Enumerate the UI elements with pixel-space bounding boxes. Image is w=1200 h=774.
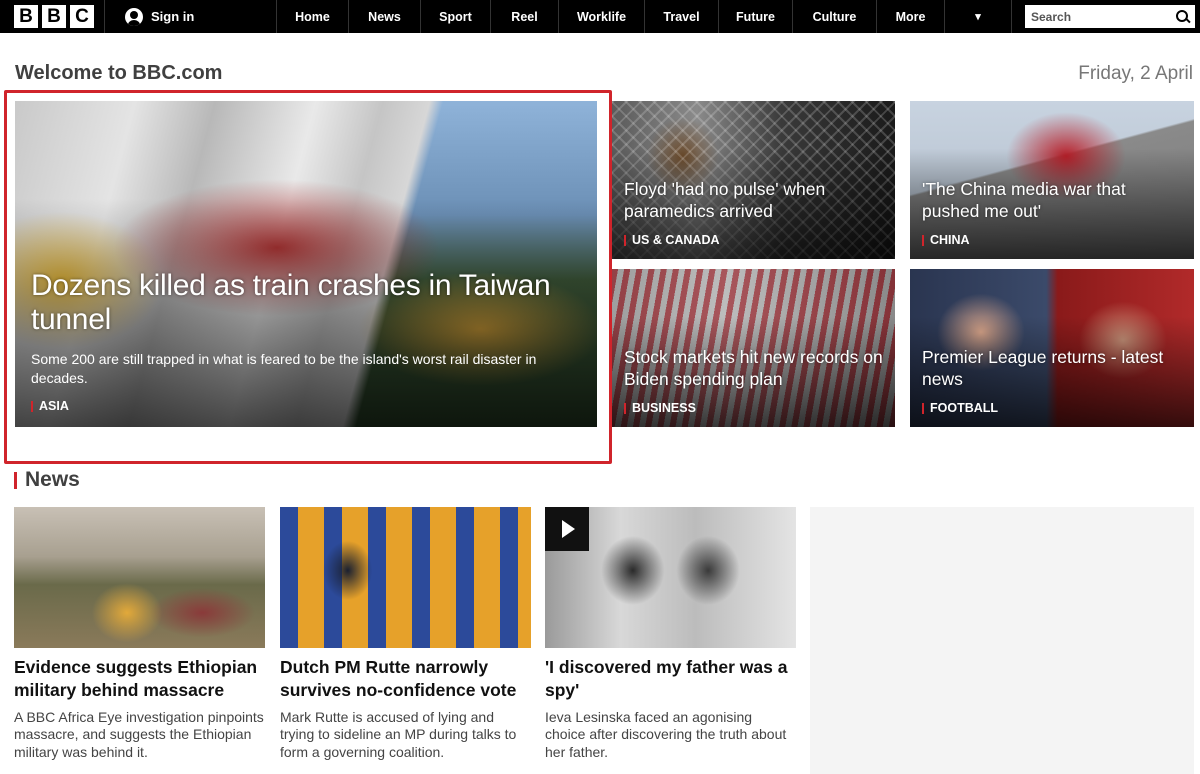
story-tag-label-2: CHINA	[930, 233, 970, 247]
top-story-card-1[interactable]: Floyd 'had no pulse' when paramedics arr…	[612, 101, 895, 259]
news-story-3[interactable]: 'I discovered my father was a spy' Ieva …	[545, 507, 796, 762]
search-icon[interactable]	[1176, 10, 1189, 23]
top-story-card-3[interactable]: Stock markets hit new records on Biden s…	[612, 269, 895, 427]
news-story-title-3[interactable]: 'I discovered my father was a spy'	[545, 656, 796, 702]
nav-reel[interactable]: Reel	[490, 0, 558, 33]
nav-worklife[interactable]: Worklife	[558, 0, 644, 33]
story-tag-4[interactable]: FOOTBALL	[922, 401, 1182, 415]
news-story-image-3[interactable]	[545, 507, 796, 648]
news-story-desc-1: A BBC Africa Eye investigation pinpoints…	[14, 708, 264, 761]
news-story-title-2[interactable]: Dutch PM Rutte narrowly survives no-conf…	[280, 656, 531, 702]
advertisement-placeholder	[810, 507, 1194, 774]
news-story-desc-2: Mark Rutte is accused of lying and tryin…	[280, 708, 517, 761]
nav-travel[interactable]: Travel	[644, 0, 718, 33]
nav-culture[interactable]: Culture	[792, 0, 876, 33]
news-story-image-1[interactable]	[14, 507, 265, 648]
user-icon	[125, 7, 143, 26]
news-story-title-1[interactable]: Evidence suggests Ethiopian military beh…	[14, 656, 265, 702]
nav-sport[interactable]: Sport	[420, 0, 490, 33]
story-tag-1[interactable]: US & CANADA	[624, 233, 883, 247]
news-story-desc-3: Ieva Lesinska faced an agonising choice …	[545, 708, 787, 761]
story-text-3: Stock markets hit new records on Biden s…	[624, 346, 883, 415]
play-icon	[562, 520, 575, 538]
hero-highlight-outline	[4, 90, 612, 464]
story-tag-label-3: BUSINESS	[632, 401, 696, 415]
welcome-title: Welcome to BBC.com	[15, 62, 223, 84]
search-area	[1025, 0, 1195, 33]
sign-in-button[interactable]: Sign in	[104, 0, 276, 33]
story-text-1: Floyd 'had no pulse' when paramedics arr…	[624, 178, 883, 247]
search-box	[1025, 5, 1195, 28]
nav-news[interactable]: News	[348, 0, 420, 33]
nav-home[interactable]: Home	[276, 0, 348, 33]
story-tag-label-4: FOOTBALL	[930, 401, 999, 415]
logo-letter-b2: B	[42, 5, 66, 28]
video-play-button[interactable]	[545, 507, 589, 551]
logo-letter-c: C	[70, 5, 94, 28]
top-story-card-2[interactable]: 'The China media war that pushed me out'…	[910, 101, 1194, 259]
sign-in-label: Sign in	[151, 9, 195, 24]
tag-marker	[624, 234, 626, 246]
nav-more[interactable]: More	[876, 0, 944, 33]
news-story-1[interactable]: Evidence suggests Ethiopian military beh…	[14, 507, 265, 762]
date-label: Friday, 2 April	[1078, 63, 1193, 84]
story-tag-2[interactable]: CHINA	[922, 233, 1182, 247]
story-headline-1[interactable]: Floyd 'had no pulse' when paramedics arr…	[624, 178, 883, 224]
logo-letter-b1: B	[14, 5, 38, 28]
story-headline-4[interactable]: Premier League returns - latest news	[922, 346, 1182, 392]
more-chevron-icon[interactable]: ▾	[944, 0, 1012, 33]
top-story-card-4[interactable]: Premier League returns - latest news FOO…	[910, 269, 1194, 427]
news-story-2[interactable]: Dutch PM Rutte narrowly survives no-conf…	[280, 507, 531, 762]
story-text-2: 'The China media war that pushed me out'…	[922, 178, 1182, 247]
story-text-4: Premier League returns - latest news FOO…	[922, 346, 1182, 415]
news-heading-label: News	[25, 468, 80, 491]
tag-marker	[922, 402, 924, 414]
bbc-logo[interactable]: B B C	[0, 0, 104, 33]
top-navigation: B B C Sign in Home News Sport Reel Workl…	[0, 0, 1200, 33]
story-tag-label-1: US & CANADA	[632, 233, 720, 247]
nav-future[interactable]: Future	[718, 0, 792, 33]
search-input[interactable]	[1031, 9, 1161, 24]
nav-links: Home News Sport Reel Worklife Travel Fut…	[276, 0, 1012, 33]
story-headline-3[interactable]: Stock markets hit new records on Biden s…	[624, 346, 883, 392]
news-section-heading[interactable]: News	[14, 468, 80, 492]
story-headline-2[interactable]: 'The China media war that pushed me out'	[922, 178, 1182, 224]
story-tag-3[interactable]: BUSINESS	[624, 401, 883, 415]
section-marker	[14, 471, 17, 489]
tag-marker	[922, 234, 924, 246]
tag-marker	[624, 402, 626, 414]
news-story-image-2[interactable]	[280, 507, 531, 648]
